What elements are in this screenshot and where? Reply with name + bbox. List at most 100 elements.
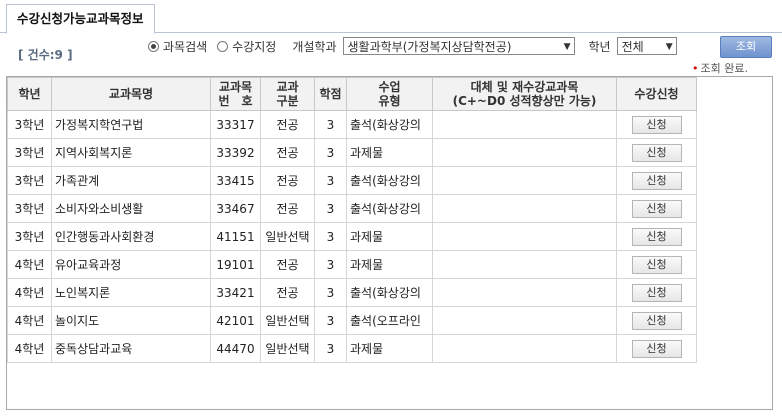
course-grid: 학년 교과목명 교과목 번 호 교과 구분 학점 수업 유형 대체 및 재수강교과목(…	[6, 76, 773, 410]
apply-button[interactable]: 신청	[631, 143, 682, 162]
header-method-line2: 유형	[378, 94, 401, 108]
cell-name: 인간행동과사회환경	[51, 222, 211, 251]
cell-credit: 3	[314, 278, 347, 307]
cell-replace	[432, 278, 617, 307]
cell-replace	[432, 194, 617, 223]
tab-course-info[interactable]: 수강신청가능교과목정보	[6, 4, 155, 34]
cell-method: 과제물	[346, 138, 433, 167]
status-text: 조회 완료.	[700, 62, 748, 75]
cell-type: 전공	[260, 110, 315, 139]
tab-bar: 수강신청가능교과목정보	[0, 0, 782, 34]
cell-name: 가족관계	[51, 166, 211, 195]
cell-credit: 3	[314, 306, 347, 335]
cell-replace	[432, 166, 617, 195]
cell-credit: 3	[314, 194, 347, 223]
apply-button[interactable]: 신청	[631, 283, 682, 302]
radio-unchecked-icon	[217, 40, 229, 52]
cell-method: 과제물	[346, 222, 433, 251]
cell-type: 전공	[260, 250, 315, 279]
cell-name: 가정복지학연구법	[51, 110, 211, 139]
status-message: • 조회 완료.	[692, 60, 748, 76]
cell-credit: 3	[314, 250, 347, 279]
cell-apply: 신청	[616, 334, 697, 363]
cell-replace	[432, 138, 617, 167]
search-button[interactable]: 조회	[720, 36, 772, 58]
chevron-down-icon: ▼	[665, 42, 673, 52]
cell-method: 과제물	[346, 250, 433, 279]
year-label: 학년	[588, 39, 611, 54]
result-count: [ 건수:9 ]	[18, 48, 73, 62]
cell-name: 유아교육과정	[51, 250, 211, 279]
apply-button[interactable]: 신청	[631, 311, 682, 330]
cell-credit: 3	[314, 166, 347, 195]
cell-apply: 신청	[616, 222, 697, 251]
cell-name: 소비자와소비생활	[51, 194, 211, 223]
header-code-line1: 교과목	[218, 80, 253, 94]
cell-apply: 신청	[616, 110, 697, 139]
cell-type: 전공	[260, 138, 315, 167]
header-replace-line1: 대체 및 재수강교과목	[470, 80, 579, 94]
dept-select[interactable]: 생활과학부(가정복지상담학전공) ▼	[342, 37, 575, 55]
cell-replace	[432, 250, 617, 279]
cell-apply: 신청	[616, 278, 697, 307]
cell-replace	[432, 306, 617, 335]
table-row: 3학년 가족관계 33415 전공 3 출석(화상강의 신청	[7, 166, 697, 195]
table-row: 3학년 지역사회복지론 33392 전공 3 과제물 신청	[7, 138, 697, 167]
cell-method: 출석(화상강의	[346, 166, 433, 195]
table-row: 3학년 가정복지학연구법 33317 전공 3 출석(화상강의 신청	[7, 110, 697, 139]
cell-code: 33415	[210, 166, 261, 195]
radio-registered-label: 수강지정	[232, 39, 277, 54]
header-type: 교과 구분	[260, 77, 315, 111]
apply-button[interactable]: 신청	[631, 199, 682, 218]
apply-button[interactable]: 신청	[631, 227, 682, 246]
apply-button[interactable]: 신청	[631, 339, 682, 358]
chevron-down-icon: ▼	[563, 42, 571, 52]
cell-replace	[432, 334, 617, 363]
cell-apply: 신청	[616, 306, 697, 335]
header-name: 교과목명	[51, 77, 211, 111]
cell-apply: 신청	[616, 166, 697, 195]
cell-code: 33467	[210, 194, 261, 223]
bullet-icon: •	[692, 62, 699, 75]
cell-replace	[432, 222, 617, 251]
header-code: 교과목 번 호	[210, 77, 261, 111]
header-type-line2: 구분	[276, 94, 299, 108]
header-credit: 학점	[314, 77, 347, 111]
apply-button[interactable]: 신청	[631, 255, 682, 274]
cell-credit: 3	[314, 110, 347, 139]
table-row: 3학년 인간행동과사회환경 41151 일반선택 3 과제물 신청	[7, 222, 697, 251]
header-replace: 대체 및 재수강교과목 (C+~D0 성적향상만 가능)	[432, 77, 617, 111]
cell-code: 33317	[210, 110, 261, 139]
cell-code: 33421	[210, 278, 261, 307]
cell-credit: 3	[314, 334, 347, 363]
cell-year: 3학년	[7, 166, 52, 195]
radio-subject-label: 과목검색	[163, 39, 208, 54]
table-header-row: 학년 교과목명 교과목 번 호 교과 구분 학점 수업 유형 대체 및 재수강교과목(…	[7, 77, 697, 111]
radio-subject-search[interactable]: 과목검색	[148, 38, 207, 55]
cell-name: 지역사회복지론	[51, 138, 211, 167]
cell-type: 전공	[260, 166, 315, 195]
radio-registered[interactable]: 수강지정	[217, 38, 276, 55]
cell-type: 전공	[260, 278, 315, 307]
year-select[interactable]: 전체 ▼	[616, 37, 677, 55]
cell-method: 과제물	[346, 334, 433, 363]
apply-button[interactable]: 신청	[631, 171, 682, 190]
cell-code: 41151	[210, 222, 261, 251]
radio-checked-icon	[148, 40, 159, 52]
header-type-line1: 교과	[276, 80, 299, 94]
header-year: 학년	[7, 77, 52, 111]
dept-label: 개설학과	[292, 39, 337, 54]
header-method-line1: 수업	[378, 80, 401, 94]
cell-credit: 3	[314, 138, 347, 167]
cell-code: 19101	[210, 250, 261, 279]
header-method: 수업 유형	[346, 77, 433, 111]
cell-year: 4학년	[7, 334, 52, 363]
table-row: 3학년 소비자와소비생활 33467 전공 3 출석(화상강의 신청	[7, 194, 697, 223]
cell-year: 3학년	[7, 222, 52, 251]
table-row: 4학년 중독상담과교육 44470 일반선택 3 과제물 신청	[7, 334, 697, 363]
cell-method: 출석(화상강의	[346, 278, 433, 307]
cell-code: 42101	[210, 306, 261, 335]
cell-method: 출석(오프라인	[346, 306, 433, 335]
table-row: 4학년 노인복지론 33421 전공 3 출석(화상강의 신청	[7, 278, 697, 307]
apply-button[interactable]: 신청	[631, 115, 682, 134]
